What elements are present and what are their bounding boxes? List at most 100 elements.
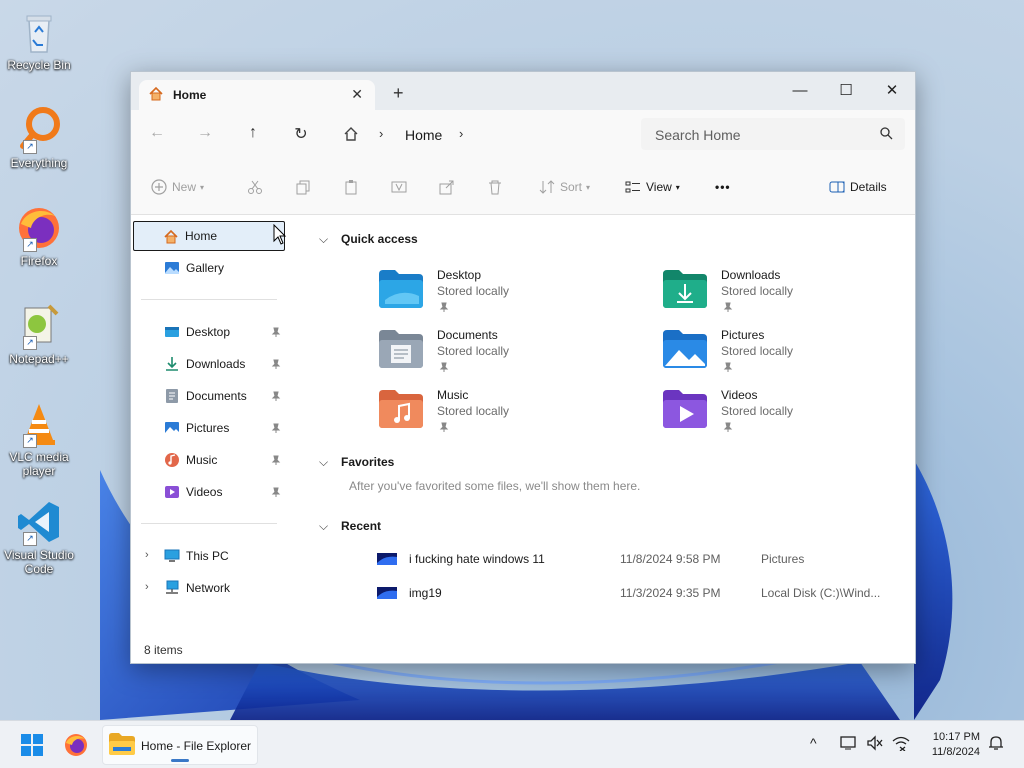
sidebar-item-network[interactable]: › Network — [133, 573, 285, 603]
breadcrumb-home[interactable]: Home — [405, 127, 442, 143]
file-explorer-window: Home ✕ + — ☐ ✕ ← → ↑ ↻ › Home › Search H… — [130, 71, 916, 664]
desktop: Recycle Bin ↗ Everything ↗ Firefox ↗ Not… — [0, 0, 1024, 768]
minimize-button[interactable]: — — [777, 78, 823, 104]
quick-access-music[interactable]: Music Stored locally — [379, 388, 619, 444]
tab-home[interactable]: Home ✕ — [139, 80, 375, 110]
divider — [141, 523, 277, 524]
sort-button[interactable]: Sort ▾ — [539, 178, 590, 196]
sidebar-item-this-pc[interactable]: › This PC — [133, 541, 285, 571]
recent-row[interactable]: img19 11/3/2024 9:35 PM Local Disk (C:)\… — [377, 585, 897, 605]
quick-access-name: Downloads — [721, 268, 781, 282]
delete-button[interactable] — [487, 178, 503, 196]
display-icon[interactable] — [840, 735, 858, 754]
sidebar-item-documents[interactable]: Documents — [133, 381, 285, 411]
quick-access-pictures[interactable]: Pictures Stored locally — [663, 328, 903, 384]
quick-access-desktop[interactable]: Desktop Stored locally — [379, 268, 619, 324]
desktop-icon-everything[interactable]: ↗ Everything — [2, 106, 76, 170]
recent-file-date: 11/3/2024 9:35 PM — [620, 586, 721, 600]
network-disconnected-icon[interactable] — [892, 735, 910, 754]
desktop-icon-label: Everything — [10, 156, 68, 170]
desktop-icon-vlc[interactable]: ↗ VLC media player — [2, 400, 76, 478]
paste-button[interactable] — [343, 178, 359, 196]
chevron-right-icon[interactable]: › — [145, 549, 149, 561]
sidebar-item-desktop[interactable]: Desktop — [133, 317, 285, 347]
pin-icon — [723, 301, 733, 315]
sidebar-item-music[interactable]: Music — [133, 445, 285, 475]
maximize-button[interactable]: ☐ — [823, 78, 869, 104]
rename-button[interactable] — [391, 178, 407, 196]
volume-muted-icon[interactable] — [866, 735, 884, 754]
quick-access-downloads[interactable]: Downloads Stored locally — [663, 268, 903, 324]
quick-access-videos[interactable]: Videos Stored locally — [663, 388, 903, 444]
sidebar-item-pictures[interactable]: Pictures — [133, 413, 285, 443]
sidebar-item-gallery[interactable]: Gallery — [133, 253, 285, 283]
up-button[interactable]: ↑ — [241, 124, 265, 146]
pin-icon — [723, 361, 733, 375]
sidebar-item-downloads[interactable]: Downloads — [133, 349, 285, 379]
recent-file-name: img19 — [409, 586, 442, 600]
sidebar-item-home[interactable]: Home — [133, 221, 285, 251]
shortcut-arrow-icon: ↗ — [23, 532, 37, 546]
file-explorer-icon — [109, 733, 135, 758]
copy-button[interactable] — [295, 178, 311, 196]
pin-icon[interactable] — [271, 486, 281, 500]
back-button[interactable]: ← — [145, 124, 169, 146]
share-icon — [439, 180, 454, 195]
vscode-icon: ↗ — [15, 498, 63, 546]
new-button[interactable]: New ▾ — [151, 178, 204, 196]
more-options-button[interactable]: ••• — [715, 178, 731, 196]
desktop-icon-label: Visual Studio Code — [4, 548, 74, 576]
firefox-icon — [65, 734, 87, 756]
breadcrumb-separator[interactable]: › — [379, 126, 383, 141]
sidebar-item-videos[interactable]: Videos — [133, 477, 285, 507]
start-button[interactable] — [20, 733, 44, 757]
forward-button[interactable]: → — [193, 124, 217, 146]
chevron-down-icon: ⌵ — [319, 232, 329, 246]
sidebar-item-label: Music — [186, 453, 218, 467]
pin-icon — [439, 301, 449, 315]
share-button[interactable] — [439, 178, 455, 196]
taskbar-firefox[interactable] — [64, 733, 88, 757]
chevron-right-icon[interactable]: › — [145, 581, 149, 593]
recent-header[interactable]: ⌵ Recent — [319, 519, 381, 534]
home-icon[interactable] — [343, 126, 359, 145]
pin-icon[interactable] — [271, 422, 281, 436]
desktop-icon-notepadpp[interactable]: ↗ Notepad++ — [2, 302, 76, 366]
favorites-header[interactable]: ⌵ Favorites — [319, 455, 394, 470]
pin-icon[interactable] — [271, 358, 281, 372]
tab-close-button[interactable]: ✕ — [351, 86, 363, 103]
quick-access-header[interactable]: ⌵ Quick access — [319, 232, 418, 247]
cut-button[interactable] — [247, 178, 263, 196]
desktop-icon-vscode[interactable]: ↗ Visual Studio Code — [2, 498, 76, 576]
refresh-button[interactable]: ↻ — [289, 124, 313, 146]
pin-icon — [723, 421, 733, 435]
quick-access-documents[interactable]: Documents Stored locally — [379, 328, 619, 384]
new-tab-button[interactable]: + — [393, 84, 404, 102]
desktop-folder-icon — [164, 324, 180, 340]
pin-icon[interactable] — [271, 390, 281, 404]
quick-access-name: Desktop — [437, 268, 482, 282]
search-box[interactable] — [641, 118, 905, 150]
desktop-icon-firefox[interactable]: ↗ Firefox — [2, 204, 76, 268]
pin-icon[interactable] — [271, 326, 281, 340]
system-clock[interactable]: 10:17 PM 11/8/2024 — [932, 730, 980, 760]
search-input[interactable] — [653, 124, 867, 146]
close-button[interactable]: ✕ — [869, 78, 915, 104]
view-button[interactable]: View ▾ — [625, 178, 680, 196]
taskbar-file-explorer[interactable]: Home - File Explorer — [102, 725, 258, 765]
desktop-folder-icon — [379, 270, 423, 308]
notification-bell-icon[interactable] — [988, 735, 1004, 754]
details-button[interactable]: Details — [829, 178, 887, 196]
sidebar-item-label: Desktop — [186, 325, 231, 339]
pin-icon — [439, 421, 449, 435]
breadcrumb-separator[interactable]: › — [459, 126, 463, 141]
recent-row[interactable]: i fucking hate windows 11 11/8/2024 9:58… — [377, 551, 897, 571]
videos-folder-icon — [663, 390, 707, 428]
desktop-icon-recycle-bin[interactable]: Recycle Bin — [2, 8, 76, 72]
image-thumbnail-icon — [377, 553, 397, 565]
show-hidden-icons-button[interactable]: ^ — [810, 735, 817, 751]
pin-icon[interactable] — [271, 454, 281, 468]
videos-icon — [164, 484, 180, 500]
chevron-down-icon: ▾ — [586, 182, 591, 192]
address-bar[interactable]: › Home › — [331, 118, 635, 150]
